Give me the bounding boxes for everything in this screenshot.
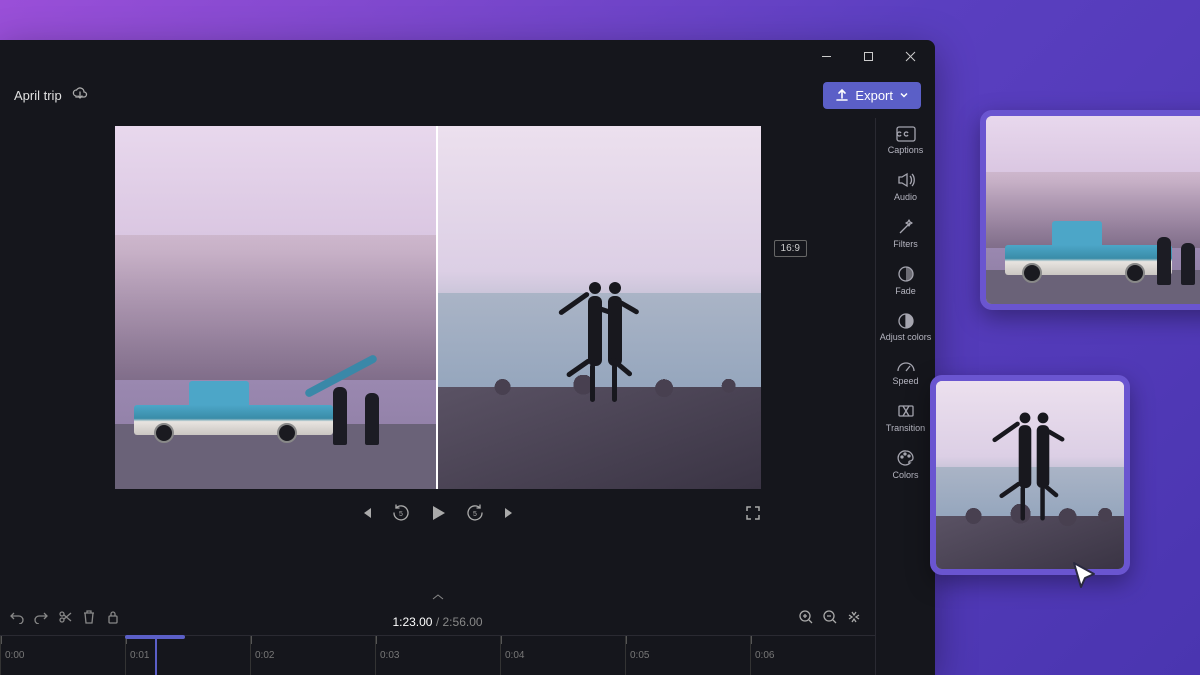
tool-label: Adjust colors (880, 333, 932, 343)
cursor-icon (1070, 560, 1104, 594)
cloud-save-icon[interactable] (72, 86, 88, 105)
speaker-icon (896, 171, 916, 189)
zoom-out-icon[interactable] (823, 610, 837, 629)
video-editor-window: April trip Export 16:9 (0, 40, 935, 675)
svg-text:5: 5 (399, 511, 403, 518)
project-title: April trip (14, 88, 62, 103)
rewind-5-icon[interactable]: 5 (392, 504, 410, 527)
total-duration: 2:56.00 (443, 615, 483, 629)
play-icon[interactable] (428, 503, 448, 528)
timeline-tick: 0:03 (375, 636, 500, 675)
tool-label: Speed (892, 376, 918, 386)
fullscreen-icon[interactable] (745, 505, 761, 526)
captions-icon (896, 126, 916, 142)
preview-area: 16:9 (0, 118, 875, 675)
svg-text:5: 5 (473, 511, 477, 518)
audio-tool[interactable]: Audio (876, 167, 935, 206)
trash-icon[interactable] (82, 610, 96, 629)
forward-5-icon[interactable]: 5 (466, 504, 484, 527)
scissors-icon[interactable] (58, 610, 72, 629)
speed-tool[interactable]: Speed (876, 355, 935, 390)
gauge-icon (896, 359, 916, 373)
adjust-colors-tool[interactable]: Adjust colors (876, 308, 935, 347)
fit-zoom-icon[interactable] (847, 610, 861, 629)
timeline-tick: 0:01 (125, 636, 250, 675)
collapse-timeline-icon[interactable] (429, 591, 447, 607)
zoom-in-icon[interactable] (799, 610, 813, 629)
tool-label: Fade (895, 286, 916, 296)
tool-label: Audio (894, 192, 917, 202)
fade-tool[interactable]: Fade (876, 261, 935, 300)
playback-controls: 5 5 (115, 499, 761, 531)
properties-rail: Captions Audio Filters Fade Adjust color… (875, 118, 935, 675)
tool-label: Captions (888, 145, 924, 155)
upload-icon (835, 88, 849, 102)
export-label: Export (855, 88, 893, 103)
fade-icon (897, 265, 915, 283)
redo-icon[interactable] (34, 610, 48, 629)
export-button[interactable]: Export (823, 82, 921, 109)
timeline-tick: 0:02 (250, 636, 375, 675)
aspect-ratio-badge[interactable]: 16:9 (774, 240, 807, 257)
skip-end-icon[interactable] (502, 505, 518, 526)
timeline-tick: 0:00 (0, 636, 125, 675)
transition-tool[interactable]: Transition (876, 398, 935, 437)
tool-label: Colors (892, 470, 918, 480)
skip-start-icon[interactable] (358, 505, 374, 526)
floating-thumbnail-truck[interactable] (980, 110, 1200, 310)
window-titlebar (0, 40, 935, 72)
preview-clip-right (438, 126, 761, 489)
timeline-tick: 0:05 (625, 636, 750, 675)
current-time: 1:23.00 (392, 615, 432, 629)
timeline-zoom-controls (799, 610, 861, 629)
timeline-toolbar (10, 610, 120, 629)
timeline-tick: 0:06 (750, 636, 875, 675)
captions-tool[interactable]: Captions (876, 122, 935, 159)
undo-icon[interactable] (10, 610, 24, 629)
palette-icon (897, 449, 915, 467)
minimize-button[interactable] (805, 42, 847, 70)
timeline-playhead[interactable] (155, 637, 157, 675)
floating-thumbnail-pose[interactable] (930, 375, 1130, 575)
preview-clip-left (115, 126, 438, 489)
tool-label: Filters (893, 239, 918, 249)
chevron-down-icon (899, 90, 909, 100)
close-button[interactable] (889, 42, 931, 70)
contrast-icon (897, 312, 915, 330)
video-preview (115, 126, 761, 489)
transition-icon (897, 402, 915, 420)
timeline-tick: 0:04 (500, 636, 625, 675)
wand-icon (897, 218, 915, 236)
timeline-timecode: 1:23.00 / 2:56.00 (392, 615, 482, 629)
filters-tool[interactable]: Filters (876, 214, 935, 253)
lock-icon[interactable] (106, 610, 120, 629)
tool-label: Transition (886, 423, 925, 433)
timeline-ruler[interactable]: 0:00 0:01 0:02 0:03 0:04 0:05 0:06 (0, 635, 875, 675)
app-header: April trip Export (0, 72, 935, 118)
maximize-button[interactable] (847, 42, 889, 70)
colors-tool[interactable]: Colors (876, 445, 935, 484)
